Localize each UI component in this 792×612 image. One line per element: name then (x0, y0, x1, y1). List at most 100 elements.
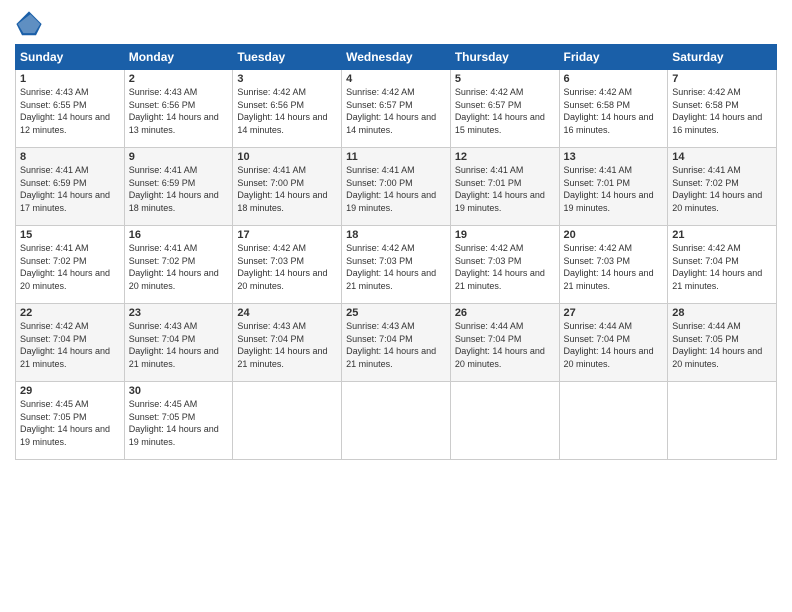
day-info: Sunrise: 4:42 AMSunset: 6:58 PMDaylight:… (672, 87, 762, 135)
calendar-week-5: 29 Sunrise: 4:45 AMSunset: 7:05 PMDayligh… (16, 382, 777, 460)
day-info: Sunrise: 4:43 AMSunset: 6:56 PMDaylight:… (129, 87, 219, 135)
day-number: 28 (672, 307, 772, 319)
calendar-cell: 28 Sunrise: 4:44 AMSunset: 7:05 PMDayligh… (668, 304, 777, 382)
day-info: Sunrise: 4:42 AMSunset: 6:57 PMDaylight:… (346, 87, 436, 135)
logo (15, 10, 49, 38)
calendar-page: SundayMondayTuesdayWednesdayThursdayFrid… (0, 0, 792, 612)
weekday-header-monday: Monday (124, 45, 233, 70)
day-info: Sunrise: 4:41 AMSunset: 7:00 PMDaylight:… (237, 165, 327, 213)
calendar-cell: 21Sunrise: 4:42 AMSunset: 7:04 PMDayligh… (668, 226, 777, 304)
day-number: 17 (237, 229, 337, 241)
day-number: 27 (564, 307, 664, 319)
weekday-header-thursday: Thursday (450, 45, 559, 70)
day-info: Sunrise: 4:44 AMSunset: 7:05 PMDaylight:… (672, 321, 762, 369)
weekday-header-friday: Friday (559, 45, 668, 70)
day-info: Sunrise: 4:42 AMSunset: 6:57 PMDaylight:… (455, 87, 545, 135)
calendar-cell: 11Sunrise: 4:41 AMSunset: 7:00 PMDayligh… (342, 148, 451, 226)
calendar-cell: 3 Sunrise: 4:42 AMSunset: 6:56 PMDaylight… (233, 70, 342, 148)
calendar-cell: 10 Sunrise: 4:41 AMSunset: 7:00 PMDayligh… (233, 148, 342, 226)
calendar-cell: 14 Sunrise: 4:41 AMSunset: 7:02 PMDayligh… (668, 148, 777, 226)
calendar-cell: 2 Sunrise: 4:43 AMSunset: 6:56 PMDaylight… (124, 70, 233, 148)
day-info: Sunrise: 4:42 AMSunset: 7:04 PMDaylight:… (672, 243, 762, 291)
day-number: 7 (672, 73, 772, 85)
weekday-header-wednesday: Wednesday (342, 45, 451, 70)
calendar-cell: 9Sunrise: 4:41 AMSunset: 6:59 PMDaylight… (124, 148, 233, 226)
calendar-cell (559, 382, 668, 460)
calendar-header: SundayMondayTuesdayWednesdayThursdayFrid… (16, 45, 777, 70)
calendar-cell: 20 Sunrise: 4:42 AMSunset: 7:03 PMDayligh… (559, 226, 668, 304)
calendar-week-3: 15 Sunrise: 4:41 AMSunset: 7:02 PMDayligh… (16, 226, 777, 304)
day-info: Sunrise: 4:41 AMSunset: 7:02 PMDaylight:… (129, 243, 219, 291)
calendar-cell: 30Sunrise: 4:45 AMSunset: 7:05 PMDayligh… (124, 382, 233, 460)
day-info: Sunrise: 4:41 AMSunset: 6:59 PMDaylight:… (129, 165, 219, 213)
day-number: 1 (20, 73, 120, 85)
day-info: Sunrise: 4:43 AMSunset: 7:04 PMDaylight:… (237, 321, 327, 369)
calendar-cell: 4 Sunrise: 4:42 AMSunset: 6:57 PMDaylight… (342, 70, 451, 148)
day-info: Sunrise: 4:42 AMSunset: 7:03 PMDaylight:… (564, 243, 654, 291)
calendar-cell (342, 382, 451, 460)
calendar-cell: 8 Sunrise: 4:41 AMSunset: 6:59 PMDaylight… (16, 148, 125, 226)
day-number: 29 (20, 385, 120, 397)
day-number: 3 (237, 73, 337, 85)
day-info: Sunrise: 4:43 AMSunset: 7:04 PMDaylight:… (129, 321, 219, 369)
day-number: 19 (455, 229, 555, 241)
day-info: Sunrise: 4:43 AMSunset: 6:55 PMDaylight:… (20, 87, 110, 135)
calendar-week-1: 1 Sunrise: 4:43 AMSunset: 6:55 PMDaylight… (16, 70, 777, 148)
day-number: 15 (20, 229, 120, 241)
calendar-cell (450, 382, 559, 460)
day-number: 2 (129, 73, 229, 85)
logo-icon (15, 10, 43, 38)
day-number: 26 (455, 307, 555, 319)
day-info: Sunrise: 4:44 AMSunset: 7:04 PMDaylight:… (455, 321, 545, 369)
calendar-week-4: 22 Sunrise: 4:42 AMSunset: 7:04 PMDayligh… (16, 304, 777, 382)
day-number: 4 (346, 73, 446, 85)
calendar-cell: 1 Sunrise: 4:43 AMSunset: 6:55 PMDaylight… (16, 70, 125, 148)
day-info: Sunrise: 4:42 AMSunset: 7:03 PMDaylight:… (346, 243, 436, 291)
day-number: 8 (20, 151, 120, 163)
day-info: Sunrise: 4:42 AMSunset: 6:58 PMDaylight:… (564, 87, 654, 135)
calendar-cell (668, 382, 777, 460)
day-number: 23 (129, 307, 229, 319)
weekday-header-row: SundayMondayTuesdayWednesdayThursdayFrid… (16, 45, 777, 70)
calendar-cell: 26 Sunrise: 4:44 AMSunset: 7:04 PMDayligh… (450, 304, 559, 382)
weekday-header-saturday: Saturday (668, 45, 777, 70)
calendar-cell: 25Sunrise: 4:43 AMSunset: 7:04 PMDayligh… (342, 304, 451, 382)
weekday-header-tuesday: Tuesday (233, 45, 342, 70)
day-number: 6 (564, 73, 664, 85)
day-info: Sunrise: 4:42 AMSunset: 7:04 PMDaylight:… (20, 321, 110, 369)
day-info: Sunrise: 4:42 AMSunset: 6:56 PMDaylight:… (237, 87, 327, 135)
day-number: 14 (672, 151, 772, 163)
calendar-cell: 5 Sunrise: 4:42 AMSunset: 6:57 PMDaylight… (450, 70, 559, 148)
calendar-cell: 29 Sunrise: 4:45 AMSunset: 7:05 PMDayligh… (16, 382, 125, 460)
calendar-body: 1 Sunrise: 4:43 AMSunset: 6:55 PMDaylight… (16, 70, 777, 460)
calendar-cell: 13 Sunrise: 4:41 AMSunset: 7:01 PMDayligh… (559, 148, 668, 226)
calendar-cell: 18 Sunrise: 4:42 AMSunset: 7:03 PMDayligh… (342, 226, 451, 304)
day-number: 18 (346, 229, 446, 241)
calendar-cell: 16 Sunrise: 4:41 AMSunset: 7:02 PMDayligh… (124, 226, 233, 304)
calendar-cell: 22 Sunrise: 4:42 AMSunset: 7:04 PMDayligh… (16, 304, 125, 382)
day-number: 20 (564, 229, 664, 241)
header (15, 10, 777, 38)
day-number: 5 (455, 73, 555, 85)
calendar-cell: 12Sunrise: 4:41 AMSunset: 7:01 PMDayligh… (450, 148, 559, 226)
calendar-cell: 24 Sunrise: 4:43 AMSunset: 7:04 PMDayligh… (233, 304, 342, 382)
day-number: 10 (237, 151, 337, 163)
day-number: 25 (346, 307, 446, 319)
day-info: Sunrise: 4:45 AMSunset: 7:05 PMDaylight:… (20, 399, 110, 447)
day-number: 30 (129, 385, 229, 397)
weekday-header-sunday: Sunday (16, 45, 125, 70)
day-info: Sunrise: 4:41 AMSunset: 7:02 PMDaylight:… (20, 243, 110, 291)
day-info: Sunrise: 4:41 AMSunset: 7:01 PMDaylight:… (455, 165, 545, 213)
calendar-cell: 23 Sunrise: 4:43 AMSunset: 7:04 PMDayligh… (124, 304, 233, 382)
day-number: 24 (237, 307, 337, 319)
day-number: 16 (129, 229, 229, 241)
day-info: Sunrise: 4:41 AMSunset: 7:01 PMDaylight:… (564, 165, 654, 213)
calendar-table: SundayMondayTuesdayWednesdayThursdayFrid… (15, 44, 777, 460)
calendar-cell: 19Sunrise: 4:42 AMSunset: 7:03 PMDayligh… (450, 226, 559, 304)
day-number: 11 (346, 151, 446, 163)
day-number: 22 (20, 307, 120, 319)
day-info: Sunrise: 4:41 AMSunset: 7:02 PMDaylight:… (672, 165, 762, 213)
day-info: Sunrise: 4:42 AMSunset: 7:03 PMDaylight:… (237, 243, 327, 291)
day-info: Sunrise: 4:41 AMSunset: 6:59 PMDaylight:… (20, 165, 110, 213)
day-number: 13 (564, 151, 664, 163)
